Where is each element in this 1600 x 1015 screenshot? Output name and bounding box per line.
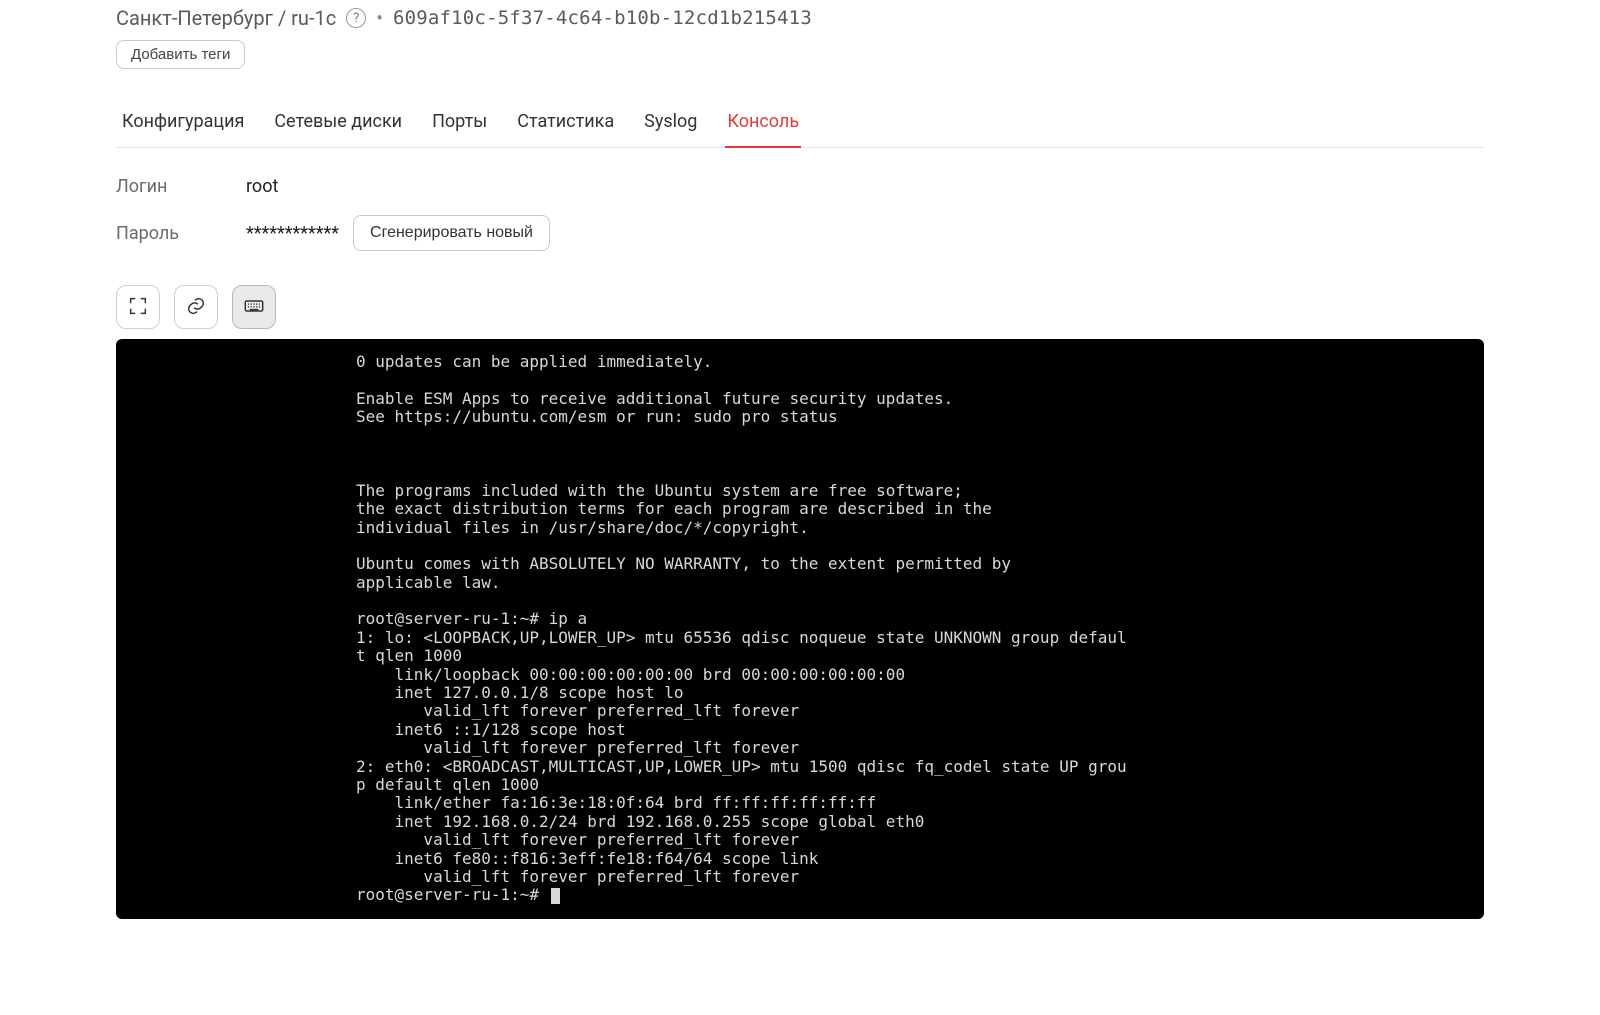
tab-console[interactable]: Консоль xyxy=(725,97,801,148)
link-icon xyxy=(185,295,207,320)
tab-ports[interactable]: Порты xyxy=(430,97,489,148)
keyboard-button[interactable] xyxy=(232,285,276,329)
password-label: Пароль xyxy=(116,223,246,244)
location-text: Санкт-Петербург / ru-1c xyxy=(116,6,336,30)
header-info: Санкт-Петербург / ru-1c ? • 609af10c-5f3… xyxy=(116,0,1484,40)
tabs-bar: Конфигурация Сетевые диски Порты Статист… xyxy=(116,97,1484,148)
password-value: ************ xyxy=(246,223,339,244)
generate-password-button[interactable]: Сгенерировать новый xyxy=(353,215,550,251)
tab-configuration[interactable]: Конфигурация xyxy=(120,97,246,148)
console-toolbar xyxy=(116,285,1484,329)
tab-statistics[interactable]: Статистика xyxy=(515,97,616,148)
credentials-block: Логин root Пароль ************ Сгенериро… xyxy=(116,176,1484,251)
server-uuid: 609af10c-5f37-4c64-b10b-12cd1b215413 xyxy=(393,7,812,29)
console-output[interactable]: 0 updates can be applied immediately. En… xyxy=(116,339,1484,919)
login-value: root xyxy=(246,176,1484,197)
login-label: Логин xyxy=(116,176,246,197)
tab-network-disks[interactable]: Сетевые диски xyxy=(272,97,404,148)
separator-dot: • xyxy=(376,6,383,30)
add-tags-button[interactable]: Добавить теги xyxy=(116,40,245,69)
help-icon[interactable]: ? xyxy=(346,8,366,28)
fullscreen-icon xyxy=(127,295,149,320)
copy-link-button[interactable] xyxy=(174,285,218,329)
keyboard-icon xyxy=(243,295,265,320)
cursor-block xyxy=(551,888,560,904)
tab-syslog[interactable]: Syslog xyxy=(642,97,699,148)
fullscreen-button[interactable] xyxy=(116,285,160,329)
console-text: 0 updates can be applied immediately. En… xyxy=(356,352,1127,904)
